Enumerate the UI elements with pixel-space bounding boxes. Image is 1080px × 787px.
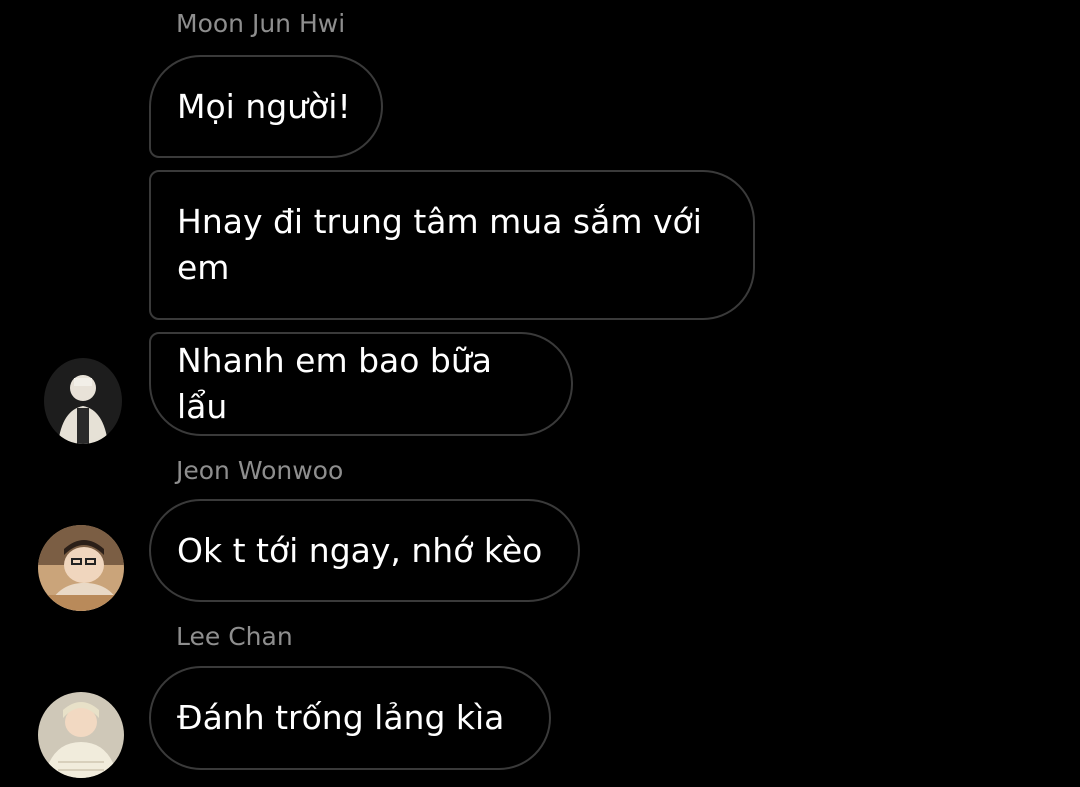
avatar-photo-icon <box>38 525 124 611</box>
sender-name: Jeon Wonwoo <box>176 456 344 485</box>
message-text: Đánh trống lảng kìa <box>177 698 505 737</box>
message-text: Hnay đi trung tâm mua sắm với em <box>177 202 713 287</box>
message-bubble[interactable]: Ok t tới ngay, nhớ kèo <box>149 499 580 602</box>
avatar[interactable] <box>38 692 124 778</box>
avatar-photo-icon <box>38 692 124 778</box>
message-text: Nhanh em bao bữa lẩu <box>177 341 503 426</box>
avatar-photo-icon <box>44 358 122 444</box>
message-bubble[interactable]: Hnay đi trung tâm mua sắm với em <box>149 170 755 320</box>
message-text: Mọi người! <box>177 86 351 126</box>
message-text: Ok t tới ngay, nhớ kèo <box>177 530 543 570</box>
sender-name: Lee Chan <box>176 622 293 651</box>
sender-name: Moon Jun Hwi <box>176 9 346 38</box>
message-bubble[interactable]: Mọi người! <box>149 55 383 158</box>
message-bubble[interactable]: Đánh trống lảng kìa <box>149 666 551 770</box>
avatar[interactable] <box>44 358 122 444</box>
avatar[interactable] <box>38 525 124 611</box>
message-bubble[interactable]: Nhanh em bao bữa lẩu <box>149 332 573 436</box>
